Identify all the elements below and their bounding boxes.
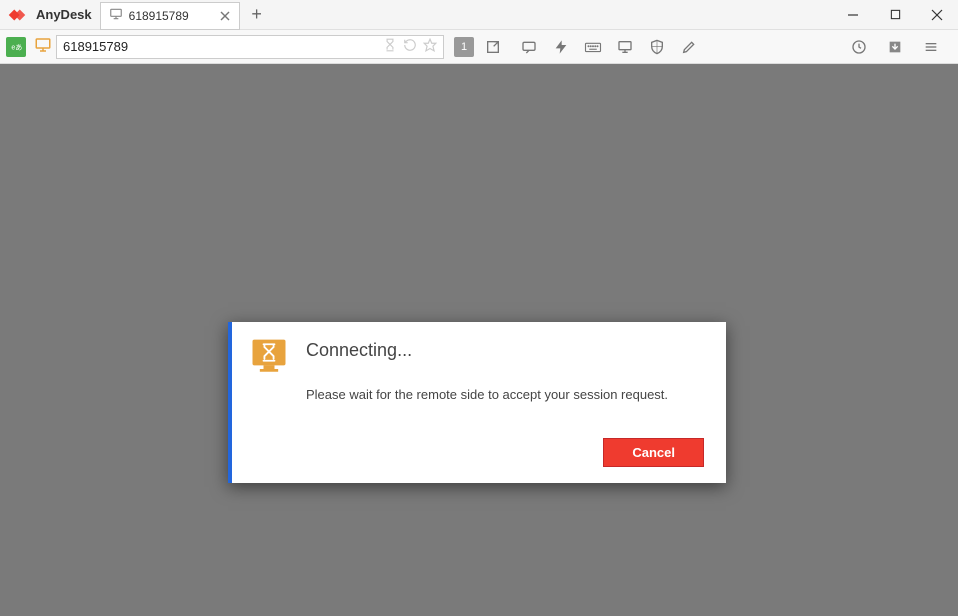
history-button[interactable]: [846, 34, 872, 60]
session-tab[interactable]: 618915789: [100, 2, 240, 30]
translate-badge-icon[interactable]: eあ: [6, 37, 26, 57]
monitor-icon: [109, 7, 123, 24]
app-name: AnyDesk: [36, 7, 92, 22]
close-window-button[interactable]: [916, 0, 958, 30]
tab-label: 618915789: [129, 9, 215, 23]
display-settings-button[interactable]: [612, 34, 638, 60]
tab-close-button[interactable]: [215, 6, 235, 26]
maximize-button[interactable]: [874, 0, 916, 30]
download-button[interactable]: [882, 34, 908, 60]
screen-number-badge[interactable]: 1: [454, 37, 474, 57]
star-icon[interactable]: [423, 38, 437, 55]
remote-screen-area: Connecting... Please wait for the remote…: [0, 64, 958, 616]
actions-button[interactable]: [548, 34, 574, 60]
anydesk-logo-icon: [6, 4, 28, 26]
dialog-message: Please wait for the remote side to accep…: [306, 387, 704, 402]
connecting-dialog: Connecting... Please wait for the remote…: [228, 322, 726, 483]
monitor-status-icon: [34, 36, 52, 57]
cancel-button[interactable]: Cancel: [603, 438, 704, 467]
menu-button[interactable]: [918, 34, 944, 60]
app-logo: [0, 4, 36, 26]
titlebar: AnyDesk 618915789 +: [0, 0, 958, 30]
window-controls: [832, 0, 958, 30]
address-input[interactable]: [63, 39, 383, 54]
toolbar: eあ 1: [0, 30, 958, 64]
chat-button[interactable]: [516, 34, 542, 60]
whiteboard-button[interactable]: [676, 34, 702, 60]
keyboard-button[interactable]: [580, 34, 606, 60]
permissions-button[interactable]: [644, 34, 670, 60]
svg-text:eあ: eあ: [11, 43, 22, 51]
dialog-title: Connecting...: [306, 340, 704, 361]
hourglass-icon: [383, 38, 397, 55]
fullscreen-toggle-button[interactable]: [480, 34, 506, 60]
new-tab-button[interactable]: +: [242, 1, 272, 29]
refresh-icon[interactable]: [403, 38, 417, 55]
minimize-button[interactable]: [832, 0, 874, 30]
address-bar[interactable]: [56, 35, 444, 59]
connecting-hourglass-icon: [247, 336, 291, 380]
